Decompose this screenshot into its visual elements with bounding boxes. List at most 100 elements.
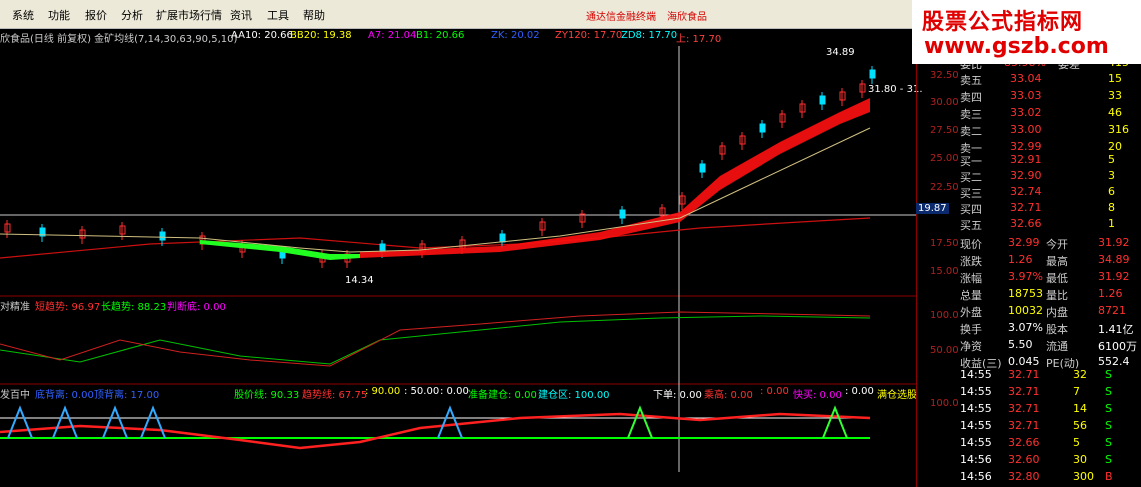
y-tick-22.5: 22.50 bbox=[930, 182, 959, 193]
stat-label: 流通 bbox=[1046, 340, 1068, 353]
signal-triangle bbox=[52, 405, 78, 439]
position-zone-value: 建仓区: 100.00 bbox=[538, 390, 610, 401]
buy-level-volume: 3 bbox=[1108, 169, 1115, 182]
tick-price: 32.71 bbox=[1008, 368, 1040, 381]
tick-side: B bbox=[1105, 470, 1113, 483]
sell-level-volume: 316 bbox=[1108, 123, 1129, 136]
tick-volume: 30 bbox=[1073, 453, 1087, 466]
buy-level-volume: 6 bbox=[1108, 185, 1115, 198]
candlestick bbox=[699, 163, 706, 173]
tick-time: 14:56 bbox=[960, 470, 992, 483]
trend-panel-title[interactable]: 对精准 bbox=[0, 298, 30, 313]
ma-ribbon-red bbox=[360, 98, 870, 258]
stat-value: 34.89 bbox=[1098, 253, 1130, 266]
tick-volume: 14 bbox=[1073, 402, 1087, 415]
buy-level-label: 买三 bbox=[960, 187, 982, 200]
stat-value: 1.41亿 bbox=[1098, 323, 1134, 336]
signal-triangle bbox=[140, 405, 166, 439]
menu-quote[interactable]: 报价 bbox=[85, 7, 107, 23]
quick-buy-value: 快买: 0.00 bbox=[793, 390, 842, 401]
price-line-value: 股价线: 90.33 bbox=[234, 390, 300, 401]
stat-value: 18753 bbox=[1008, 287, 1043, 300]
menu-tools[interactable]: 工具 bbox=[267, 7, 289, 23]
link-terminal[interactable]: 通达信金融终端 bbox=[586, 8, 656, 23]
stat-value: 1.26 bbox=[1008, 253, 1033, 266]
ride-high-value: 乘高: 0.00 bbox=[704, 390, 753, 401]
buy-level-label: 买一 bbox=[960, 155, 982, 168]
y-tick-15: 15.00 bbox=[930, 266, 959, 277]
buy-level-price: 32.91 bbox=[1010, 153, 1042, 166]
menu-help[interactable]: 帮助 bbox=[303, 7, 325, 23]
sell-level-label: 卖五 bbox=[960, 74, 982, 87]
menu-extended-market[interactable]: 扩展市场行情 bbox=[156, 7, 222, 23]
bottom-divergence-value: 底背离: 0.00 bbox=[35, 390, 94, 401]
menu-system[interactable]: 系统 bbox=[12, 7, 34, 23]
signal-triangle bbox=[627, 405, 653, 439]
stat-value: 5.50 bbox=[1008, 338, 1033, 351]
stat-label: 涨跌 bbox=[960, 255, 982, 268]
signal-panel-title[interactable]: 发百中 bbox=[0, 386, 30, 401]
buy-level-volume: 5 bbox=[1108, 153, 1115, 166]
zd8-value: ZD8: 17.70 bbox=[621, 30, 678, 41]
tick-side: S bbox=[1105, 419, 1112, 432]
ma-line-yellow bbox=[0, 127, 871, 253]
site-watermark-logo: 股票公式指标网 www.gszb.com bbox=[912, 0, 1141, 64]
buy-level-volume: 1 bbox=[1108, 217, 1115, 230]
stat-value: 552.4 bbox=[1098, 355, 1130, 368]
sell-level-volume: 20 bbox=[1108, 140, 1122, 153]
long-trend-line bbox=[0, 315, 871, 365]
blank-value-1: : 0.00 bbox=[760, 386, 789, 397]
bottom-judge-value: 判断底: 0.00 bbox=[167, 302, 226, 313]
menu-analysis[interactable]: 分析 bbox=[121, 7, 143, 23]
stat-label: 换手 bbox=[960, 323, 982, 336]
tick-time: 14:55 bbox=[960, 436, 992, 449]
tick-price: 32.71 bbox=[1008, 385, 1040, 398]
buy-level-price: 32.71 bbox=[1010, 201, 1042, 214]
short-trend-line bbox=[0, 311, 871, 367]
sell-level-volume: 33 bbox=[1108, 89, 1122, 102]
stat-value: 3.07% bbox=[1008, 321, 1043, 334]
bb20-value: BB20: 19.38 bbox=[290, 30, 352, 41]
quote-panel: 委比85.98%委差415卖五33.0415卖四33.0333卖三33.0246… bbox=[958, 28, 1141, 487]
crosshair-price-label: 19.87 bbox=[916, 203, 949, 214]
zk-value: ZK: 20.02 bbox=[491, 30, 540, 41]
y-tick-25: 25.00 bbox=[930, 153, 959, 164]
tick-price: 32.66 bbox=[1008, 436, 1040, 449]
buy-level-label: 买五 bbox=[960, 219, 982, 232]
stat-value: 31.92 bbox=[1098, 270, 1130, 283]
candlestick bbox=[619, 209, 626, 219]
level-90-value: : 90.00 bbox=[365, 386, 401, 397]
stat-label: 内盘 bbox=[1046, 306, 1068, 319]
menu-news[interactable]: 资讯 bbox=[230, 7, 252, 23]
stat-label: 量比 bbox=[1046, 289, 1068, 302]
last-price-range: 31.80 - 31. bbox=[868, 84, 923, 95]
up-value: 上: 17.70 bbox=[676, 34, 722, 45]
tick-time: 14:56 bbox=[960, 453, 992, 466]
stat-value: 6100万 bbox=[1098, 340, 1137, 353]
logo-text-cn: 股票公式指标网 bbox=[922, 10, 1084, 35]
tick-side: S bbox=[1105, 385, 1112, 398]
level-0-value: : 0.00 bbox=[440, 386, 469, 397]
candlestick bbox=[159, 231, 166, 241]
short-trend-value: 短趋势: 96.97 bbox=[35, 302, 101, 313]
sell-level-volume: 46 bbox=[1108, 106, 1122, 119]
stat-value: 32.99 bbox=[1008, 236, 1040, 249]
chart-title[interactable]: 欣食品(日线 前复权) 金矿均线(7,14,30,63,90,5,10) bbox=[0, 30, 237, 45]
tick-price: 32.80 bbox=[1008, 470, 1040, 483]
buy-level-price: 32.66 bbox=[1010, 217, 1042, 230]
zy120-value: ZY120: 17.70 bbox=[555, 30, 623, 41]
stat-value: 31.92 bbox=[1098, 236, 1130, 249]
aa10-value: AA10: 20.66 bbox=[231, 30, 293, 41]
y-tick-17.5: 17.50 bbox=[930, 238, 959, 249]
a7-value: A7: 21.04 bbox=[368, 30, 417, 41]
sell-level-label: 卖二 bbox=[960, 125, 982, 138]
link-stock-name[interactable]: 海欣食品 bbox=[667, 8, 707, 23]
sell-level-price: 33.00 bbox=[1010, 123, 1042, 136]
y-tick-27.5: 27.50 bbox=[930, 125, 959, 136]
tick-volume: 300 bbox=[1073, 470, 1094, 483]
candlestick bbox=[869, 69, 876, 79]
menu-function[interactable]: 功能 bbox=[48, 7, 70, 23]
trend-line-red bbox=[0, 412, 871, 450]
sell-level-price: 32.99 bbox=[1010, 140, 1042, 153]
trend-line-value: 趋势线: 67.75 bbox=[302, 390, 368, 401]
